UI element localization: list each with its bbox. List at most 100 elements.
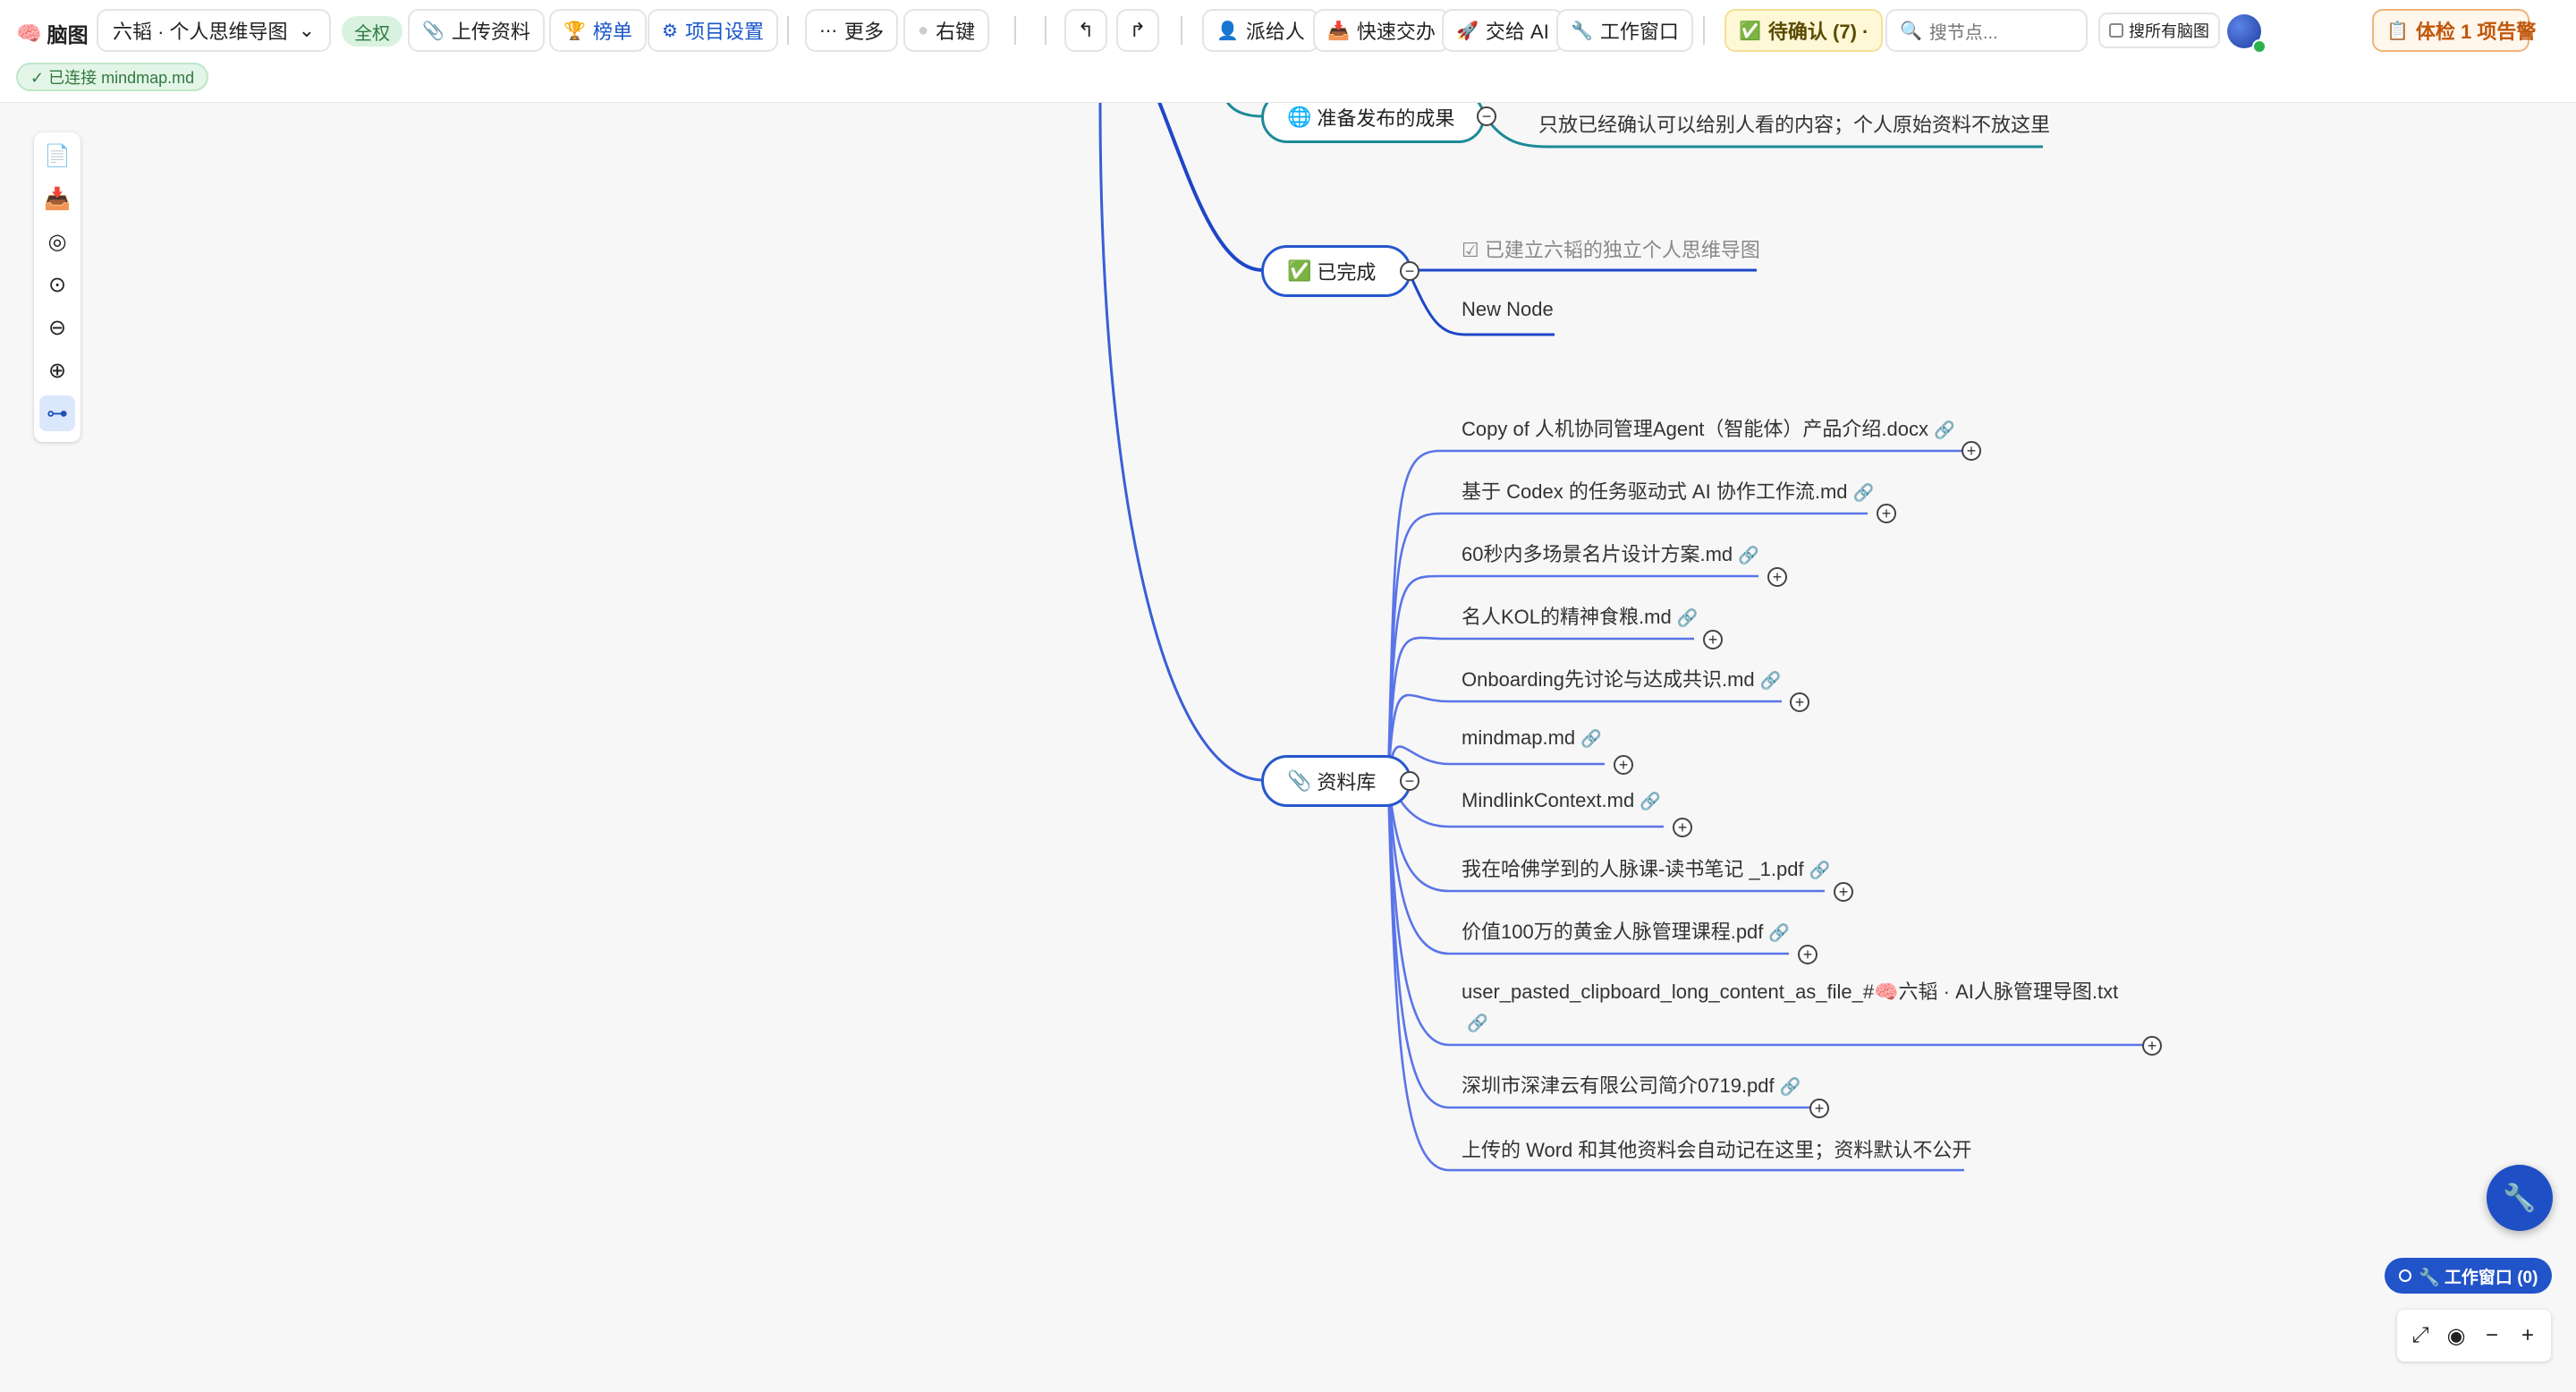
resource-label: user_pasted_clipboard_long_content_as_fi…: [1462, 980, 2119, 1003]
mindmap-node-publish-note[interactable]: 只放已经确认可以给别人看的内容；个人原始资料不放这里: [1538, 109, 2050, 138]
document-tool-button[interactable]: 📄: [39, 138, 75, 174]
resource-node[interactable]: mindmap.md 🔗: [1462, 726, 1602, 750]
collapse-toggle-done[interactable]: −: [1400, 261, 1419, 281]
link-icon[interactable]: 🔗: [1934, 421, 1955, 440]
more-button[interactable]: ⋯ 更多: [805, 9, 899, 52]
trophy-icon: 🏆: [564, 21, 586, 41]
assign-button[interactable]: 👤 派给人: [1202, 9, 1319, 52]
inbox-tool-button[interactable]: 📥: [39, 181, 75, 216]
tools-fab-button[interactable]: 🔧: [2487, 1165, 2553, 1231]
collapse-all-button[interactable]: ⊖: [39, 310, 75, 345]
work-window-pill[interactable]: 🔧 工作窗口 (0): [2385, 1258, 2553, 1294]
pending-confirm-button[interactable]: ✅ 待确认 (7) ·: [1724, 9, 1884, 52]
mindmap-node-done-1[interactable]: ☑ 已建立六韬的独立个人思维导图: [1462, 234, 1760, 263]
resource-node[interactable]: 我在哈佛学到的人脉课-读书笔记 _1.pdf 🔗: [1462, 853, 1830, 882]
collapse-toggle-publish[interactable]: −: [1477, 106, 1496, 126]
link-icon[interactable]: 🔗: [1640, 793, 1661, 811]
link-icon[interactable]: 🔗: [1768, 924, 1790, 943]
quick-deliver-button[interactable]: 📥 快速交办: [1313, 9, 1450, 52]
link-icon[interactable]: 🔗: [1677, 609, 1699, 628]
checkbox-box[interactable]: [2109, 23, 2123, 38]
project-select[interactable]: 六韬 · 个人思维导图 ⌄: [97, 9, 331, 52]
chevron-down-icon: ⌄: [298, 19, 315, 41]
add-child-button[interactable]: +: [1767, 567, 1787, 587]
add-child-button[interactable]: +: [2142, 1036, 2162, 1056]
center-tool-button[interactable]: ⊙: [39, 267, 75, 302]
right-click-button[interactable]: ● 右键: [903, 9, 990, 52]
zoom-in-button[interactable]: +: [2512, 1319, 2544, 1353]
search-all-label: 搜所有脑图: [2129, 22, 2209, 40]
left-tool-palette: 📄 📥 ◎ ⊙ ⊖ ⊕ ⊶: [34, 132, 80, 442]
fit-screen-button[interactable]: ⤢: [2404, 1319, 2436, 1353]
link-icon[interactable]: 🔗: [1809, 862, 1831, 880]
app-brand: 🧠 脑图: [16, 18, 89, 48]
add-child-button[interactable]: +: [1798, 945, 1818, 964]
resource-node[interactable]: Onboarding先讨论与达成共识.md 🔗: [1462, 664, 1781, 692]
upload-button[interactable]: 📎 上传资料: [408, 9, 545, 52]
mindmap-node-done-2[interactable]: New Node: [1462, 298, 1554, 321]
link-icon[interactable]: 🔗: [1760, 672, 1782, 691]
mindmap-canvas[interactable]: [0, 0, 2576, 1392]
undo-button[interactable]: ↰: [1064, 9, 1107, 52]
link-icon[interactable]: 🔗: [1580, 730, 1602, 749]
node-search-input[interactable]: 🔍 搜节点...: [1885, 9, 2088, 52]
link-icon[interactable]: 🔗: [1853, 484, 1875, 503]
search-all-maps-checkbox[interactable]: 搜所有脑图: [2098, 13, 2220, 48]
globe-icon: 🌐: [1287, 106, 1312, 128]
add-child-button[interactable]: +: [1877, 504, 1896, 523]
resource-node[interactable]: MindlinkContext.md 🔗: [1462, 789, 1661, 812]
resource-node[interactable]: Copy of 人机协同管理Agent（智能体）产品介绍.docx 🔗: [1462, 413, 1955, 442]
location-pin-icon: ◉: [2446, 1323, 2466, 1348]
hand-to-ai-label: 交给 AI: [1485, 21, 1549, 43]
link-icon[interactable]: 🔗: [1780, 1078, 1801, 1097]
paperclip-icon: 📎: [422, 21, 445, 41]
branch-node-done[interactable]: ✅ 已完成: [1261, 245, 1411, 297]
expand-all-button[interactable]: ⊕: [39, 352, 75, 388]
locate-button[interactable]: ◉: [2440, 1319, 2472, 1353]
minus-circle-icon: ⊖: [47, 315, 67, 340]
health-check-button[interactable]: 📋 体检 1 项告警: [2372, 9, 2536, 52]
ranking-button[interactable]: 🏆 榜单: [549, 9, 647, 52]
add-child-button[interactable]: +: [1673, 818, 1692, 837]
hand-to-ai-button[interactable]: 🚀 交给 AI: [1442, 9, 1563, 52]
add-child-button[interactable]: +: [1703, 630, 1723, 649]
link-icon[interactable]: 🔗: [1738, 547, 1759, 565]
add-child-button[interactable]: +: [1834, 882, 1853, 902]
project-settings-button[interactable]: ⚙ 项目设置: [648, 9, 778, 52]
add-child-button[interactable]: +: [1790, 692, 1809, 712]
add-child-button[interactable]: +: [1614, 755, 1633, 775]
minus-icon: −: [2485, 1323, 2498, 1347]
plus-icon: +: [2521, 1323, 2534, 1347]
work-window-button[interactable]: 🔧 工作窗口: [1556, 9, 1693, 52]
zoom-out-button[interactable]: −: [2476, 1319, 2508, 1353]
resource-node-note[interactable]: 上传的 Word 和其他资料会自动记在这里；资料默认不公开: [1462, 1134, 1971, 1163]
toolbar-divider: [1703, 16, 1705, 45]
add-child-button[interactable]: +: [1809, 1099, 1829, 1118]
branch-node-resources[interactable]: 📎 资料库: [1261, 755, 1411, 807]
toolbar-divider: [1045, 16, 1046, 45]
center-dot-icon: ⊙: [47, 272, 67, 297]
redo-icon: ↱: [1129, 19, 1147, 41]
resource-label: mindmap.md: [1462, 726, 1576, 749]
resource-node[interactable]: 深圳市深津云有限公司简介0719.pdf 🔗: [1462, 1070, 1801, 1099]
wrench-icon: 🔧: [1571, 21, 1593, 41]
resource-node[interactable]: 60秒内多场景名片设计方案.md 🔗: [1462, 539, 1759, 567]
connection-status-label: ✓ 已连接 mindmap.md: [30, 69, 195, 87]
collapse-toggle-resources[interactable]: −: [1400, 771, 1419, 791]
redo-button[interactable]: ↱: [1116, 9, 1159, 52]
paperclip-icon: 📎: [1287, 769, 1312, 792]
search-placeholder: 搜节点...: [1928, 22, 1998, 43]
resource-node[interactable]: user_pasted_clipboard_long_content_as_fi…: [1462, 977, 2159, 1040]
add-child-button[interactable]: +: [1962, 441, 1981, 461]
plus-circle-icon: ⊕: [47, 358, 67, 383]
project-select-value: 六韬 · 个人思维导图: [113, 21, 288, 43]
layout-tool-button[interactable]: ⊶: [39, 395, 75, 431]
resource-label: 60秒内多场景名片设计方案.md: [1462, 543, 1733, 565]
resource-node[interactable]: 基于 Codex 的任务驱动式 AI 协作工作流.md 🔗: [1462, 476, 1874, 505]
resource-node[interactable]: 价值100万的黄金人脉管理课程.pdf 🔗: [1462, 916, 1790, 945]
check-mark-icon: ✅: [1287, 259, 1312, 282]
focus-tool-button[interactable]: ◎: [39, 224, 75, 259]
work-window-label: 工作窗口: [1599, 21, 1679, 43]
link-icon[interactable]: 🔗: [1467, 1014, 1488, 1033]
resource-node[interactable]: 名人KOL的精神食粮.md 🔗: [1462, 601, 1698, 630]
